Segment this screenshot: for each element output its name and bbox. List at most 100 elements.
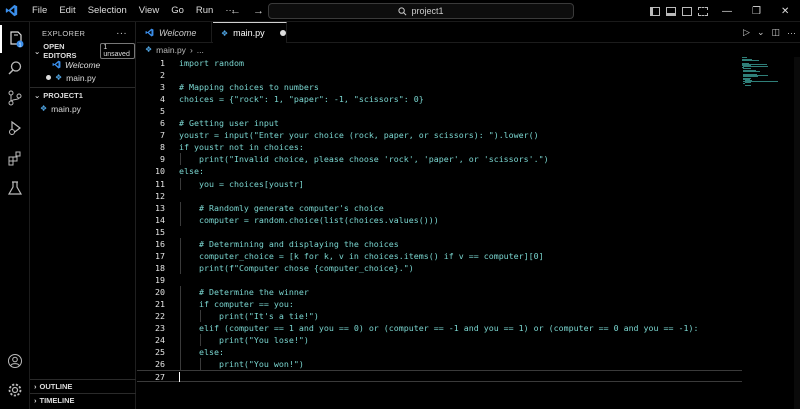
close-icon[interactable]: ✕ xyxy=(781,6,789,17)
restore-icon[interactable]: ❐ xyxy=(752,6,761,17)
line-number: 8 xyxy=(160,142,165,153)
code-line[interactable]: 16 # Determining and displaying the choi… xyxy=(137,237,742,250)
line-number: 7 xyxy=(160,130,165,141)
tab-welcome[interactable]: Welcome xyxy=(137,22,212,43)
editor-actions: ▷ ⌄ ◫ ··· xyxy=(743,22,796,43)
explorer-sidebar: EXPLORER ··· ⌄ OPEN EDITORS 1 unsaved We… xyxy=(30,22,136,409)
menu-go[interactable]: Go xyxy=(165,0,190,22)
forward-arrow-icon[interactable]: → xyxy=(253,5,264,17)
code-line[interactable]: 7 youstr = input("Enter your choice (rock… xyxy=(137,129,742,141)
toggle-sidebar-icon[interactable] xyxy=(650,6,660,16)
unsaved-dot-icon[interactable] xyxy=(279,30,286,36)
file-label: main.py xyxy=(51,103,81,114)
breadcrumb-more[interactable]: ... xyxy=(197,45,204,55)
menu-edit[interactable]: Edit xyxy=(53,0,81,22)
search-icon xyxy=(398,6,407,15)
code-text: if youstr not in choices: xyxy=(179,142,304,153)
toggle-panel-icon[interactable] xyxy=(666,6,676,16)
code-line[interactable]: 25 else: xyxy=(137,346,742,359)
open-editors-section[interactable]: ⌄ OPEN EDITORS 1 unsaved xyxy=(30,42,135,60)
open-editor-label: main.py xyxy=(66,72,96,83)
code-text: choices = {"rock": 1, "paper": -1, "scis… xyxy=(179,94,424,105)
code-line[interactable]: 14 computer = random.choice(list(choices… xyxy=(137,213,742,226)
search-icon[interactable] xyxy=(0,54,30,82)
extensions-icon[interactable] xyxy=(0,144,30,172)
code-text: elif (computer == 1 and you == 0) or (co… xyxy=(179,323,699,334)
line-number: 19 xyxy=(155,274,165,285)
explorer-title: EXPLORER xyxy=(42,28,86,38)
chevron-down-icon[interactable]: ⌄ xyxy=(757,27,765,38)
code-line[interactable]: 19 xyxy=(137,274,742,286)
code-line[interactable]: 26 print("You won!") xyxy=(137,358,742,371)
minimize-icon[interactable]: — xyxy=(722,6,732,17)
line-number: 10 xyxy=(155,166,165,177)
code-line[interactable]: 21 if computer == you: xyxy=(137,298,742,310)
settings-gear-icon[interactable] xyxy=(0,376,30,404)
code-line[interactable]: 17 computer_choice = [k for k, v in choi… xyxy=(137,249,742,262)
command-center-search[interactable]: project1 xyxy=(268,3,574,19)
code-line[interactable]: 4 choices = {"rock": 1, "paper": -1, "sci… xyxy=(137,93,742,105)
code-line[interactable]: 5 xyxy=(137,105,742,117)
code-line[interactable]: 3 # Mapping choices to numbers xyxy=(137,81,742,93)
project-label: PROJECT1 xyxy=(43,90,83,100)
run-debug-icon[interactable] xyxy=(0,114,30,142)
minimap-line xyxy=(742,57,747,58)
code-line[interactable]: 18 print(f"Computer chose {computer_choi… xyxy=(137,261,742,274)
more-actions-icon[interactable]: ··· xyxy=(787,28,796,38)
files-icon[interactable]: 1 xyxy=(0,25,30,53)
menu-file[interactable]: File xyxy=(26,0,53,22)
code-text: print(f"Computer chose {computer_choice}… xyxy=(179,262,414,273)
customize-layout-icon[interactable] xyxy=(698,6,708,16)
code-line[interactable]: 6 # Getting user input xyxy=(137,117,742,129)
tab-main-py[interactable]: ❖ main.py xyxy=(213,22,287,43)
testing-icon[interactable] xyxy=(0,174,30,202)
code-line[interactable]: 23 elif (computer == 1 and you == 0) or … xyxy=(137,322,742,335)
code-line[interactable]: 22 print("It's a tie!") xyxy=(137,310,742,323)
code-line[interactable]: 13 # Randomly generate computer's choice xyxy=(137,201,742,214)
code-line[interactable]: 1 import random xyxy=(137,57,742,69)
line-number: 11 xyxy=(155,178,165,189)
explorer-header: EXPLORER ··· xyxy=(30,22,135,44)
outline-section[interactable]: › OUTLINE xyxy=(30,379,136,393)
minimap-line xyxy=(744,84,751,86)
outline-label: OUTLINE xyxy=(39,382,73,391)
split-editor-icon[interactable]: ◫ xyxy=(771,27,780,38)
code-line[interactable]: 15 xyxy=(137,226,742,238)
code-line[interactable]: 9 print("Invalid choice, please choose '… xyxy=(137,153,742,166)
code-line[interactable]: 27 xyxy=(137,370,742,383)
minimap-line xyxy=(743,65,768,67)
code-line[interactable]: 2 xyxy=(137,69,742,81)
chevron-down-icon: ⌄ xyxy=(34,46,41,56)
line-number: 2 xyxy=(160,70,165,81)
open-editor-main-py[interactable]: ❖ main.py xyxy=(30,71,135,84)
code-line[interactable]: 24 print("You lose!") xyxy=(137,334,742,347)
python-file-icon: ❖ xyxy=(145,45,153,54)
toggle-secondary-sidebar-icon[interactable] xyxy=(682,6,692,16)
menu-run[interactable]: Run xyxy=(190,0,219,22)
breadcrumb-file[interactable]: main.py xyxy=(156,45,186,55)
timeline-section[interactable]: › TIMELINE xyxy=(30,393,136,407)
code-line[interactable]: 12 xyxy=(137,190,742,202)
more-actions-icon[interactable]: ··· xyxy=(116,28,127,39)
code-line[interactable]: 11 you = choices[youstr] xyxy=(137,177,742,190)
code-editor[interactable]: 1 import random 2 3 # Mapping choices to num… xyxy=(137,57,742,409)
menu-view[interactable]: View xyxy=(133,0,165,22)
source-control-icon[interactable] xyxy=(0,84,30,112)
code-text: youstr = input("Enter your choice (rock,… xyxy=(179,130,539,141)
line-number: 21 xyxy=(155,299,165,309)
minimap[interactable] xyxy=(742,57,792,87)
code-text: import random xyxy=(179,58,244,68)
code-line[interactable]: 8 if youstr not in choices: xyxy=(137,141,742,153)
code-line[interactable]: 10 else: xyxy=(137,165,742,177)
account-icon[interactable] xyxy=(0,347,30,375)
code-text: else: xyxy=(179,347,224,358)
code-line[interactable]: 20 # Determine the winner xyxy=(137,285,742,298)
search-text: project1 xyxy=(411,6,444,16)
file-main-py[interactable]: ❖ main.py xyxy=(30,102,135,115)
run-python-icon[interactable]: ▷ xyxy=(743,27,750,38)
line-number: 16 xyxy=(155,238,165,249)
editor-scrollbar[interactable] xyxy=(794,57,800,409)
project-section[interactable]: ⌄ PROJECT1 xyxy=(30,88,135,102)
menu-selection[interactable]: Selection xyxy=(82,0,133,22)
back-arrow-icon[interactable]: ← xyxy=(230,5,241,17)
